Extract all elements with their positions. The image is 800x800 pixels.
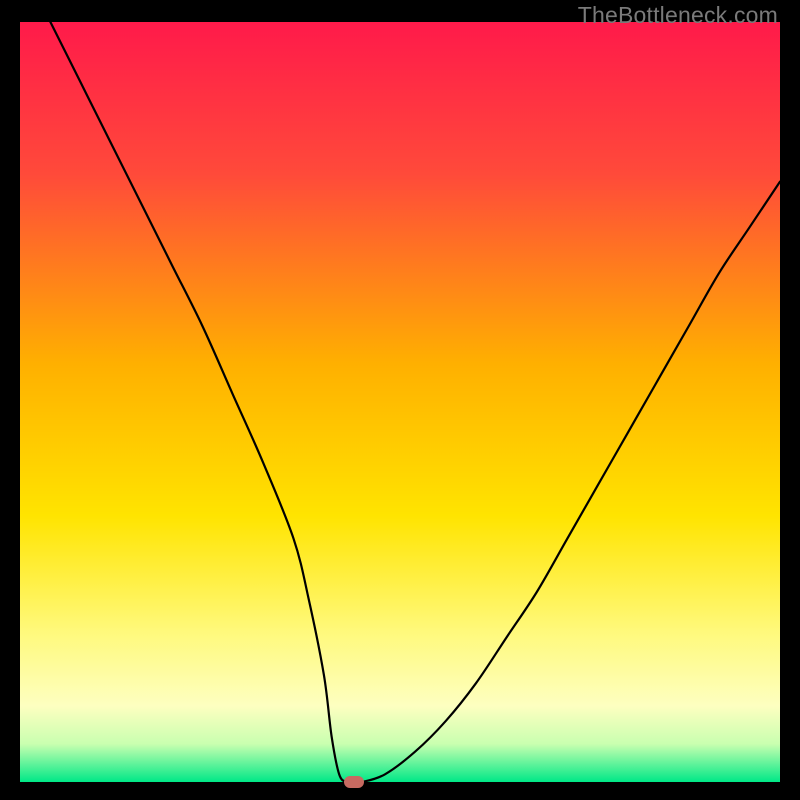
chart-frame: TheBottleneck.com bbox=[0, 0, 800, 800]
optimum-marker bbox=[344, 776, 364, 788]
plot-area bbox=[20, 22, 780, 782]
watermark-label: TheBottleneck.com bbox=[578, 2, 778, 29]
chart-svg bbox=[20, 22, 780, 782]
gradient-background bbox=[20, 22, 780, 782]
